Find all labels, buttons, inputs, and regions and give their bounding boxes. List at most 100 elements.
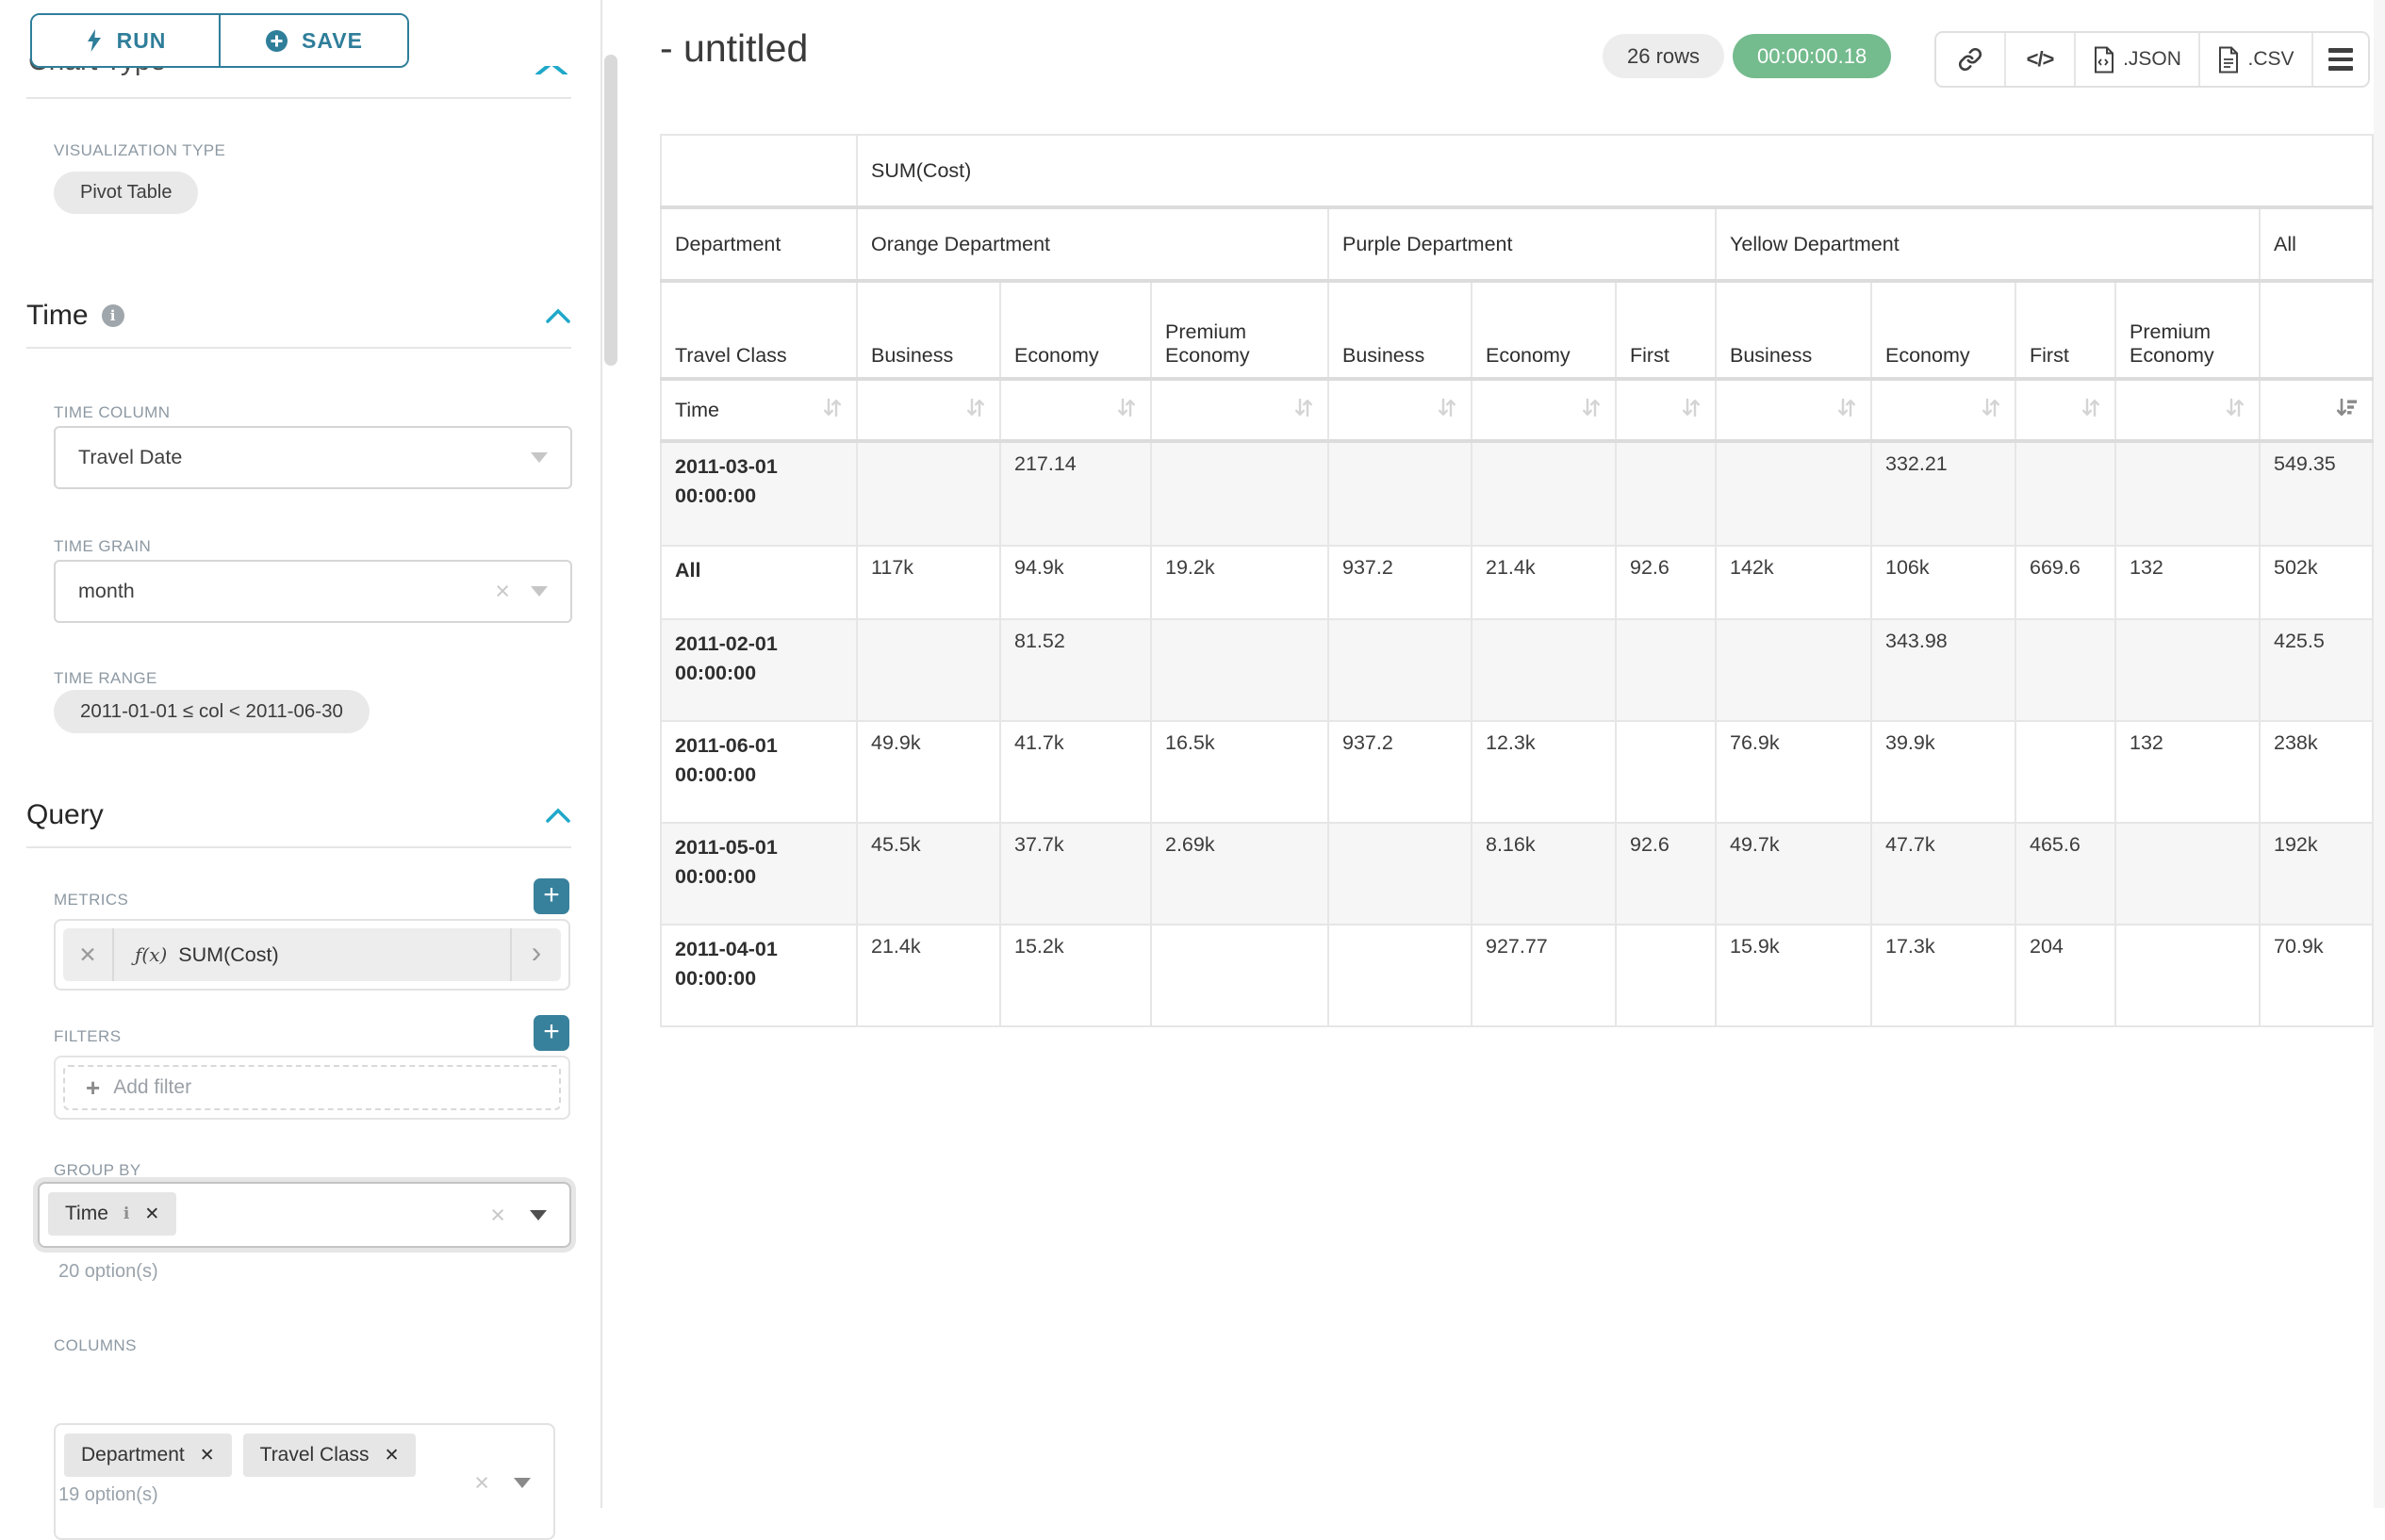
caret-down-icon[interactable] <box>530 1210 547 1221</box>
panel-divider[interactable] <box>600 0 602 1508</box>
row-header-cell: All <box>661 546 857 619</box>
add-filter-plus-button[interactable]: + <box>534 1015 569 1051</box>
filters-label: FILTERS <box>54 1027 121 1046</box>
chart-type-collapse-chevron[interactable] <box>534 66 575 74</box>
columns-tag[interactable]: Department ✕ <box>64 1434 232 1477</box>
sort-icon[interactable] <box>1681 396 1702 425</box>
remove-tag-icon[interactable]: ✕ <box>200 1445 215 1466</box>
row-header-cell: 2011-04-01 00:00:00 <box>661 925 857 1026</box>
remove-metric-icon[interactable]: ✕ <box>63 928 114 981</box>
tag-label: Department <box>81 1444 185 1466</box>
chevron-up-icon[interactable] <box>545 308 571 324</box>
pivot-value-cell: 465.6 <box>2015 823 2115 925</box>
info-icon[interactable]: i <box>102 304 124 327</box>
add-filter-button[interactable]: + Add filter <box>63 1065 561 1110</box>
save-button[interactable]: SAVE <box>219 15 407 66</box>
pivot-value-cell: 142k <box>1716 546 1871 619</box>
metric-pill-body[interactable]: ƒ(x) SUM(Cost) <box>114 928 510 981</box>
pivot-table: SUM(Cost)DepartmentOrange DepartmentPurp… <box>660 134 2374 1027</box>
sort-icon[interactable] <box>1581 396 1602 425</box>
pivot-value-cell: 343.98 <box>1871 619 2015 721</box>
run-button[interactable]: RUN <box>32 15 219 66</box>
pivot-value-cell: 217.14 <box>1000 441 1151 546</box>
time-axis-label: Time <box>675 399 719 422</box>
caret-down-icon[interactable] <box>531 586 548 597</box>
row-axis-travel-class-label: Travel Class <box>661 281 857 379</box>
sort-icon[interactable] <box>1293 396 1314 425</box>
fx-icon: ƒ(x) <box>135 943 167 966</box>
columns-options-hint: 19 option(s) <box>58 1484 158 1506</box>
pivot-value-cell <box>1151 441 1328 546</box>
tag-label: Time <box>65 1203 108 1225</box>
sort-icon[interactable] <box>1981 396 2001 425</box>
pivot-value-cell: 502k <box>2260 546 2373 619</box>
time-column-select[interactable]: Travel Date <box>54 426 572 489</box>
group-by-tag[interactable]: Timei ✕ <box>48 1192 176 1236</box>
table-row: 2011-05-01 00:00:0045.5k37.7k2.69k8.16k9… <box>661 823 2373 925</box>
link-icon <box>1958 47 1982 72</box>
view-query-button[interactable]: </> <box>2004 33 2074 86</box>
sort-icon[interactable] <box>965 396 986 425</box>
export-json-button[interactable]: .JSON <box>2074 33 2198 86</box>
export-csv-button[interactable]: .CSV <box>2198 33 2311 86</box>
tag-label: Travel Class <box>260 1444 370 1466</box>
remove-tag-icon[interactable]: ✕ <box>144 1204 159 1225</box>
sort-desc-icon[interactable] <box>2336 396 2359 425</box>
sort-icon[interactable] <box>1116 396 1137 425</box>
travel-class-header: Premium Economy <box>2115 281 2260 379</box>
travel-class-header: First <box>1616 281 1716 379</box>
time-grain-select[interactable]: month × <box>54 560 572 623</box>
sort-icon[interactable] <box>1437 396 1457 425</box>
page-scrollbar-track[interactable] <box>2374 0 2385 1508</box>
caret-down-icon[interactable] <box>514 1478 531 1488</box>
sort-icon[interactable] <box>822 396 843 425</box>
export-toolbar: </> .JSON .CSV <box>1934 31 2370 88</box>
chevron-up-icon[interactable] <box>545 808 571 824</box>
columns-select[interactable]: Department ✕ Travel Class ✕ × <box>54 1423 555 1540</box>
panel-scrollbar-thumb[interactable] <box>604 55 617 366</box>
travel-class-header: First <box>2015 281 2115 379</box>
time-range-pill[interactable]: 2011-01-01 ≤ col < 2011-06-30 <box>54 690 370 733</box>
plus-circle-icon <box>265 29 288 53</box>
pivot-value-cell <box>1328 925 1472 1026</box>
pivot-value-cell: 39.9k <box>1871 721 2015 823</box>
clear-icon[interactable]: × <box>490 1203 505 1228</box>
pivot-value-cell: 70.9k <box>2260 925 2373 1026</box>
pivot-value-cell <box>1616 925 1716 1026</box>
section-divider <box>26 846 571 848</box>
viz-type-pill[interactable]: Pivot Table <box>54 172 198 214</box>
columns-tag[interactable]: Travel Class ✕ <box>243 1434 417 1477</box>
clear-icon[interactable]: × <box>495 579 510 604</box>
info-icon[interactable]: i <box>123 1204 129 1223</box>
add-metric-button[interactable]: + <box>534 878 569 914</box>
sort-icon[interactable] <box>2081 396 2101 425</box>
menu-button[interactable] <box>2311 33 2368 86</box>
pivot-value-cell: 49.9k <box>857 721 1000 823</box>
clear-icon[interactable]: × <box>474 1470 489 1496</box>
sort-header-cell <box>2260 379 2373 441</box>
department-group-header: Orange Department <box>857 207 1328 281</box>
pivot-value-cell <box>2015 721 2115 823</box>
group-by-select[interactable]: Timei ✕ × <box>38 1182 571 1248</box>
section-divider <box>26 347 571 349</box>
pivot-value-cell: 132 <box>2115 546 2260 619</box>
hamburger-icon <box>2328 48 2353 71</box>
chevron-right-icon[interactable]: › <box>510 928 561 981</box>
caret-down-icon[interactable] <box>531 452 548 463</box>
sort-icon[interactable] <box>2225 396 2245 425</box>
json-file-icon <box>2093 46 2115 74</box>
query-duration-badge: 00:00:00.18 <box>1733 34 1891 78</box>
pivot-value-cell <box>2115 925 2260 1026</box>
share-link-button[interactable] <box>1936 33 2004 86</box>
time-column-label: TIME COLUMN <box>54 403 170 422</box>
pivot-value-cell <box>1616 721 1716 823</box>
sort-icon[interactable] <box>1836 396 1857 425</box>
table-row: 2011-04-01 00:00:0021.4k15.2k927.7715.9k… <box>661 925 2373 1026</box>
pivot-value-cell: 8.16k <box>1472 823 1616 925</box>
sort-header-cell <box>1328 379 1472 441</box>
pivot-value-cell <box>857 441 1000 546</box>
pivot-value-cell: 927.77 <box>1472 925 1616 1026</box>
remove-tag-icon[interactable]: ✕ <box>385 1445 400 1466</box>
chart-title[interactable]: - untitled <box>660 26 808 71</box>
metric-pill[interactable]: ✕ ƒ(x) SUM(Cost) › <box>63 928 561 981</box>
